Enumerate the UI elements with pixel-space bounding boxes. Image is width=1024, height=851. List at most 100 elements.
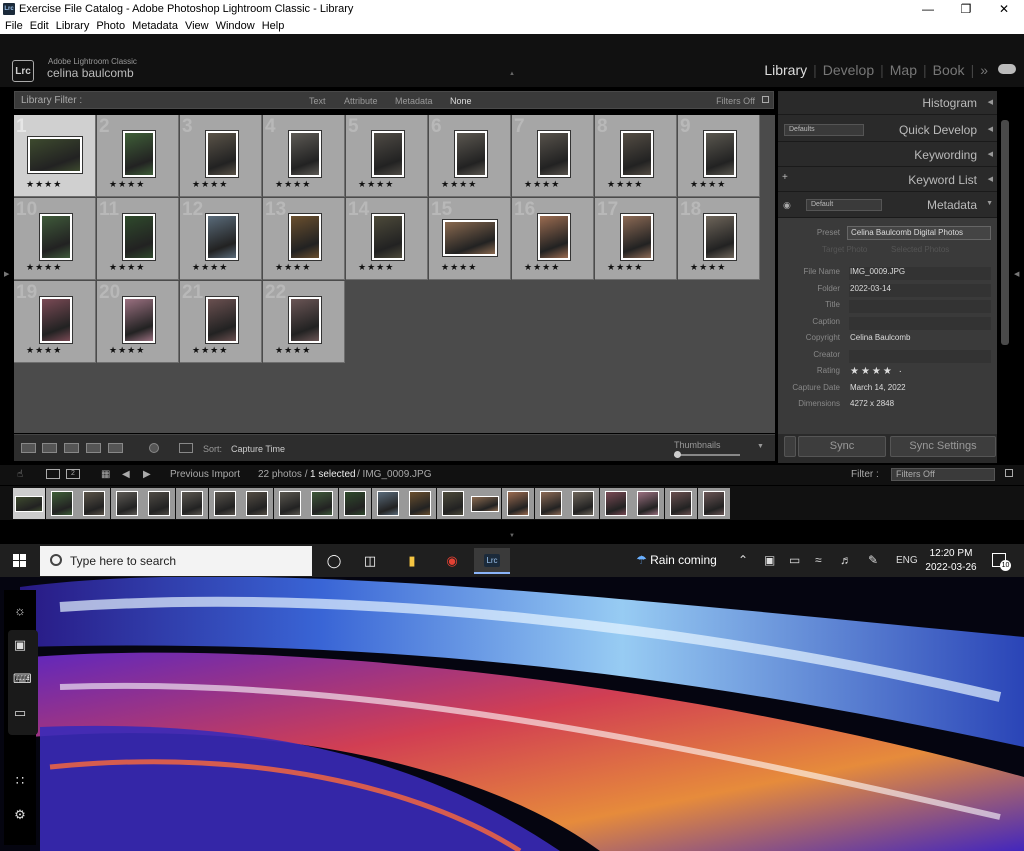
photo-thumbnail[interactable] [538,131,570,177]
filmstrip-cell[interactable] [567,488,600,519]
star-rating[interactable]: ★★★★ [607,262,643,273]
metadata-value-capture-date[interactable]: March 14, 2022 [849,383,991,396]
thumbnail-slider-knob[interactable] [674,451,681,458]
pen-icon[interactable]: ✎ [868,553,878,567]
grid-icon[interactable]: ▦ [101,469,110,480]
filmstrip-cell[interactable] [273,488,306,519]
filmstrip-thumbnail[interactable] [50,491,73,516]
keyword-list-panel[interactable]: + Keyword List ◀ [778,168,997,192]
grid-cell[interactable]: 16 ★★★★ [512,198,594,280]
menu-library[interactable]: Library [56,20,90,32]
photo-thumbnail[interactable] [621,131,653,177]
meet-now-icon[interactable]: ▣ [764,553,775,567]
quick-develop-panel[interactable]: Defaults Quick Develop ◀ [778,118,997,142]
close-icon[interactable]: ✕ [987,0,1021,18]
filmstrip-thumbnail[interactable] [15,496,43,512]
menu-view[interactable]: View [185,20,209,32]
photo-thumbnail[interactable] [443,220,497,256]
filmstrip-cell[interactable] [143,488,176,519]
star-rating[interactable]: ★★★★ [109,262,145,273]
filmstrip-thumbnail[interactable] [409,491,432,516]
collapse-top-icon[interactable]: ▲ [509,71,515,77]
weather-widget[interactable]: ☂ Rain coming [636,553,717,567]
star-rating[interactable]: ★★★★ [192,262,228,273]
filmstrip-thumbnail[interactable] [213,491,236,516]
filmstrip-thumbnail[interactable] [311,491,334,516]
metadata-value-rating[interactable]: ★★★★ · [849,366,991,379]
star-rating[interactable]: ★★★★ [109,345,145,356]
thumbnail-size-slider[interactable] [674,454,740,456]
grid-cell[interactable]: 8 ★★★★ [595,115,677,197]
grid-cell[interactable]: 5 ★★★★ [346,115,428,197]
sort-direction-icon[interactable] [179,443,193,453]
photo-thumbnail[interactable] [538,214,570,260]
filmstrip-source[interactable]: Previous Import [170,469,240,480]
metadata-value-title[interactable] [849,300,991,313]
cortana-icon[interactable]: ◯ [316,548,352,574]
add-keyword-icon[interactable]: + [782,172,788,183]
star-rating[interactable]: ★★★★ [275,179,311,190]
window-icon[interactable]: ▣ [13,638,27,652]
filmstrip-filter-dropdown[interactable]: Filters Off [891,468,995,481]
selected-photos-tab[interactable]: Selected Photos [891,245,949,254]
menu-help[interactable]: Help [262,20,285,32]
grid-cell[interactable]: 22 ★★★★ [263,281,345,363]
volume-icon[interactable]: ♬ [840,553,852,567]
more-modules-icon[interactable]: » [974,62,994,78]
grid-cell[interactable]: 21 ★★★★ [180,281,262,363]
metadata-value-dimensions[interactable]: 4272 x 2848 [849,399,991,412]
filmstrip-cell[interactable] [176,488,208,519]
filter-attribute[interactable]: Attribute [344,96,378,106]
filmstrip-cell[interactable] [534,488,567,519]
compare-view-icon[interactable] [64,443,79,453]
restore-icon[interactable]: ❐ [949,0,983,18]
star-rating[interactable]: ★★★★ [26,179,62,190]
grid-cell[interactable]: 11 ★★★★ [97,198,179,280]
filmstrip-thumbnail[interactable] [572,491,595,516]
tray-chevron-icon[interactable]: ⌃ [738,553,748,567]
filmstrip-cell[interactable] [78,488,111,519]
metadata-value-file-name[interactable]: IMG_0009.JPG [849,267,991,280]
module-book[interactable]: Book [927,62,971,78]
star-rating[interactable]: ★★★★ [524,262,560,273]
filmstrip-thumbnail[interactable] [148,491,171,516]
keyboard-icon[interactable]: ⌨ [13,672,32,686]
laptop-icon[interactable]: ▭ [13,706,27,720]
filmstrip-cell[interactable] [306,488,339,519]
photo-thumbnail[interactable] [123,297,155,343]
cloud-icon[interactable] [998,64,1016,74]
photo-thumbnail[interactable] [289,131,321,177]
filters-off-dropdown[interactable]: Filters Off [716,96,755,106]
grid-cell[interactable]: 19 ★★★★ [14,281,96,363]
module-library[interactable]: Library [758,62,813,78]
filmstrip-cell[interactable] [339,488,371,519]
metadata-preset-dropdown[interactable]: Celina Baulcomb Digital Photos [847,226,991,240]
star-rating[interactable]: ★★★★ [358,262,394,273]
menu-edit[interactable]: Edit [30,20,49,32]
filmstrip-cell[interactable] [697,488,730,519]
grid-cell[interactable]: 12 ★★★★ [180,198,262,280]
star-rating[interactable]: ★★★★ [192,345,228,356]
module-develop[interactable]: Develop [817,62,880,78]
painter-icon[interactable] [149,443,159,453]
task-view-icon[interactable]: ◫ [352,548,388,574]
photo-thumbnail[interactable] [704,131,736,177]
battery-icon[interactable]: ▭ [789,553,800,567]
metadata-value-copyright[interactable]: Celina Baulcomb [849,333,991,346]
metadata-value-folder[interactable]: 2022-03-14 [849,283,991,297]
filmstrip-cell[interactable] [469,488,502,519]
star-rating[interactable]: ★★★★ [109,179,145,190]
photo-thumbnail[interactable] [455,131,487,177]
filter-lock-icon[interactable] [1005,469,1013,477]
filmstrip-cell[interactable] [241,488,274,519]
filmstrip-cell[interactable] [45,488,78,519]
filmstrip-cell[interactable] [404,488,437,519]
star-rating[interactable]: ★★★★ [441,262,477,273]
file-explorer-icon[interactable]: ▮ [394,548,430,574]
photo-thumbnail[interactable] [372,131,404,177]
star-rating[interactable]: ★★★★ [607,179,643,190]
filmstrip-cell[interactable] [436,488,469,519]
grid-cell[interactable]: 3 ★★★★ [180,115,262,197]
star-rating[interactable]: ★★★★ [26,345,62,356]
star-rating[interactable]: ★★★★ [690,262,726,273]
